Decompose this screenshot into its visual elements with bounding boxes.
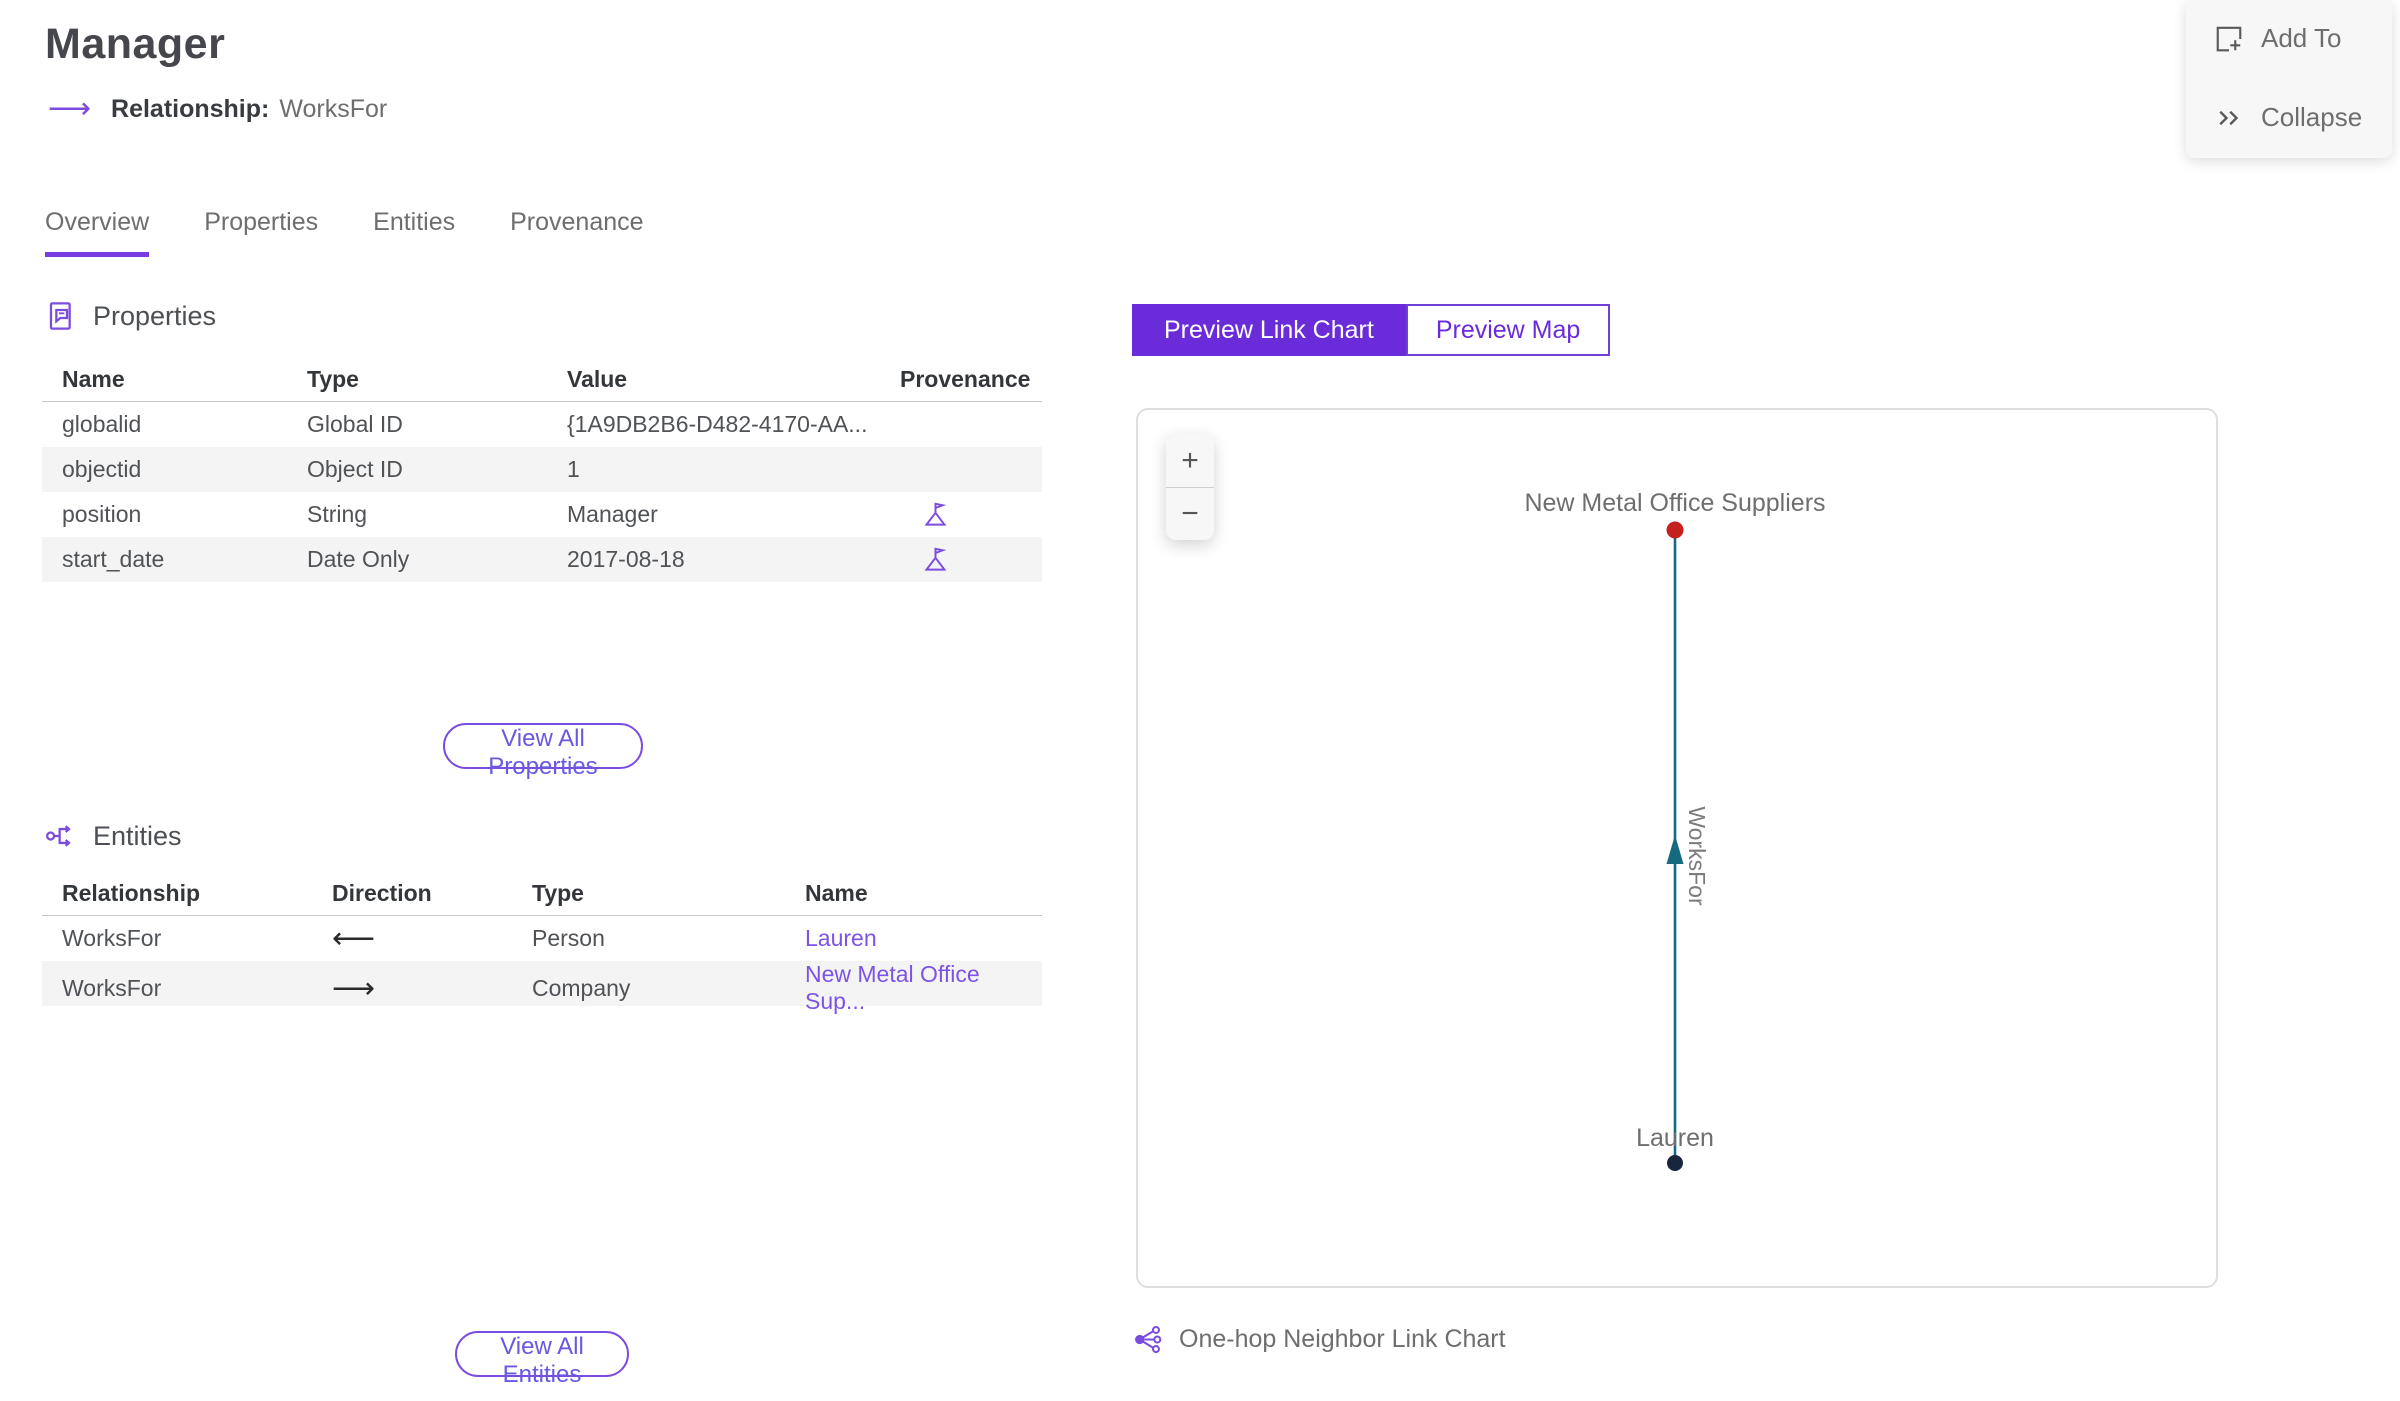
entity-type: Company <box>532 974 631 1001</box>
entity-relationship: WorksFor <box>62 925 162 951</box>
one-hop-icon <box>1135 1325 1162 1354</box>
properties-section-title: Properties <box>93 300 217 331</box>
entities-table: Relationship Direction Type Name WorksFo… <box>42 872 1042 1014</box>
entity-type: Person <box>532 925 605 951</box>
entity-name-link[interactable]: Lauren <box>805 925 1022 952</box>
preview-toggle: Preview Link Chart Preview Map <box>1132 304 1611 356</box>
prop-type: Date Only <box>307 546 410 572</box>
properties-table-header: Name Type Value Provenance <box>42 358 1042 402</box>
table-row: WorksFor ⟵ Person Lauren <box>42 916 1042 961</box>
table-row: globalid Global ID {1A9DB2B6-D482-4170-A… <box>42 402 1042 447</box>
col-provenance: Provenance <box>900 366 1031 392</box>
link-chart[interactable]: WorksFor New Metal Office Suppliers Laur… <box>1136 408 2218 1288</box>
chart-caption: One-hop Neighbor Link Chart <box>1133 1324 1506 1355</box>
zoom-in-button[interactable]: + <box>1166 434 1214 487</box>
view-all-entities-button[interactable]: View All Entities <box>455 1331 629 1388</box>
prop-type: Object ID <box>307 456 403 482</box>
relationship-arrow-icon: ⟶ <box>48 92 92 125</box>
col-type: Type <box>532 880 584 906</box>
direction-right-arrow-icon: ⟶ <box>332 971 376 1005</box>
add-to-icon <box>2216 26 2242 51</box>
table-row: objectid Object ID 1 <box>42 447 1042 492</box>
prop-name: position <box>62 501 142 527</box>
col-relationship: Relationship <box>62 880 201 906</box>
tab-entities[interactable]: Entities <box>373 208 455 257</box>
prop-name: globalid <box>62 411 142 437</box>
table-row: WorksFor ⟶ Company New Metal Office Sup.… <box>42 961 1042 1014</box>
properties-section-header: Properties <box>45 300 216 332</box>
provenance-flag-icon[interactable] <box>922 546 949 573</box>
tab-properties[interactable]: Properties <box>204 208 318 257</box>
relationship-label: Relationship: <box>111 94 270 123</box>
tab-bar: Overview Properties Entities Provenance <box>45 208 644 257</box>
page-title: Manager <box>45 20 226 68</box>
relationship-subtitle: ⟶ Relationship: WorksFor <box>48 94 387 124</box>
double-chevron-right-icon <box>2219 110 2239 125</box>
prop-type: Global ID <box>307 411 403 437</box>
prop-value: 2017-08-18 <box>567 546 685 572</box>
col-direction: Direction <box>332 880 432 906</box>
add-to-button[interactable]: Add To <box>2214 16 2392 61</box>
zoom-out-button[interactable]: − <box>1166 487 1214 540</box>
node-company[interactable] <box>1666 521 1684 539</box>
preview-link-chart-button[interactable]: Preview Link Chart <box>1132 304 1406 356</box>
preview-map-button[interactable]: Preview Map <box>1405 304 1611 356</box>
edge-arrowhead-icon <box>1666 835 1684 864</box>
chart-caption-text: One-hop Neighbor Link Chart <box>1179 1325 1506 1353</box>
direction-left-arrow-icon: ⟵ <box>332 922 376 955</box>
prop-name: objectid <box>62 456 142 482</box>
view-all-properties-button[interactable]: View All Properties <box>443 723 643 780</box>
col-name: Name <box>805 880 868 906</box>
col-value: Value <box>567 366 628 392</box>
prop-value: Manager <box>567 501 658 527</box>
col-type: Type <box>307 366 359 392</box>
table-row: start_date Date Only 2017-08-18 <box>42 537 1042 582</box>
tab-overview[interactable]: Overview <box>45 208 150 257</box>
entities-section-header: Entities <box>45 820 182 852</box>
prop-value: {1A9DB2B6-D482-4170-AA... <box>567 411 868 437</box>
entities-table-header: Relationship Direction Type Name <box>42 872 1042 916</box>
entity-relationship: WorksFor <box>62 974 162 1001</box>
provenance-flag-icon[interactable] <box>922 501 949 528</box>
zoom-control: + − <box>1166 434 1214 540</box>
edge-label: WorksFor <box>1684 806 1710 906</box>
entities-section-title: Entities <box>93 820 182 851</box>
collapse-button[interactable]: Collapse <box>2214 95 2392 140</box>
prop-value: 1 <box>567 456 580 482</box>
node-person[interactable] <box>1667 1155 1683 1171</box>
col-name: Name <box>62 366 125 392</box>
collapse-label: Collapse <box>2261 102 2363 132</box>
entities-icon <box>45 825 71 847</box>
prop-name: start_date <box>62 546 165 572</box>
floating-action-panel: Add To Collapse <box>2186 0 2392 158</box>
node-label-person: Lauren <box>1636 1124 1714 1152</box>
node-label-company: New Metal Office Suppliers <box>1524 489 1825 517</box>
entity-name-link[interactable]: New Metal Office Sup... <box>805 961 1022 1015</box>
table-row: position String Manager <box>42 492 1042 537</box>
relationship-value: WorksFor <box>279 94 388 123</box>
properties-icon <box>49 302 71 330</box>
add-to-label: Add To <box>2261 23 2342 53</box>
tab-provenance[interactable]: Provenance <box>510 208 643 257</box>
properties-table: Name Type Value Provenance globalid Glob… <box>42 358 1042 582</box>
prop-type: String <box>307 501 368 527</box>
